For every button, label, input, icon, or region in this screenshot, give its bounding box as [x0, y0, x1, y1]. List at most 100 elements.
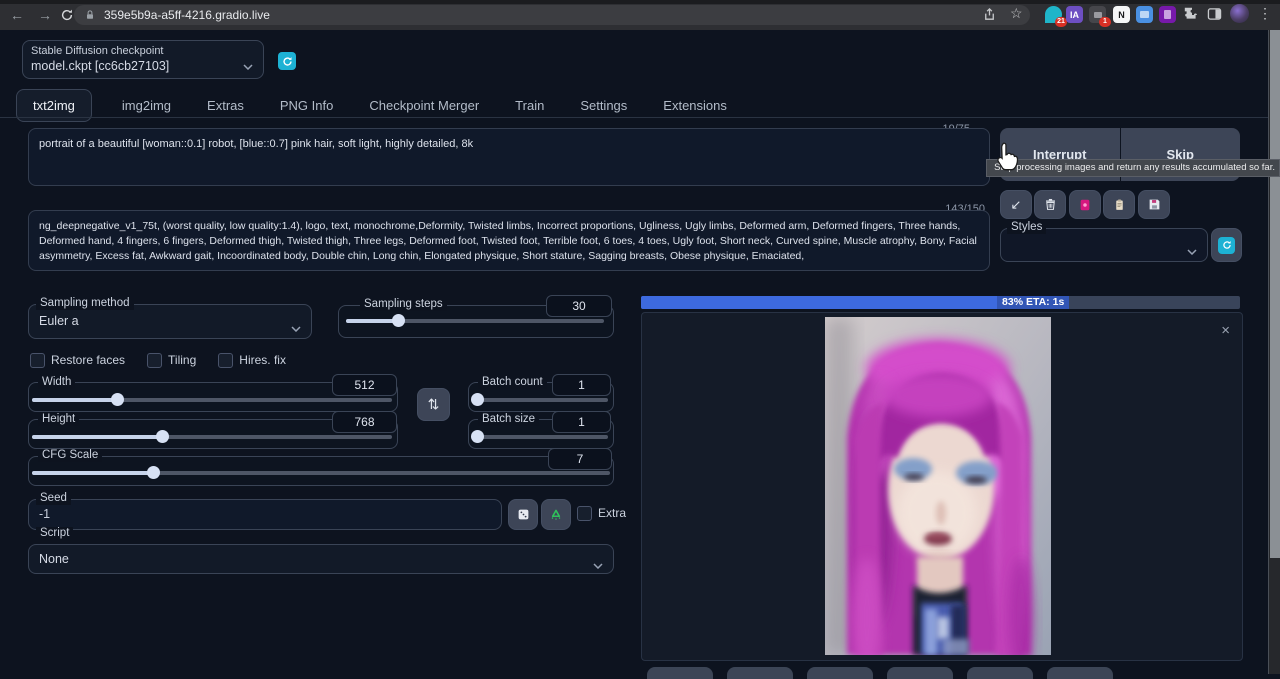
browser-menu-icon[interactable]: ⋮: [1258, 5, 1272, 22]
cfg-scale-slider[interactable]: [32, 471, 610, 475]
profile-avatar[interactable]: [1230, 4, 1249, 23]
extension-camera-badge: 1: [1099, 17, 1111, 27]
height-label: Height: [38, 413, 79, 426]
mouse-cursor: [994, 141, 1020, 180]
batch-count-label: Batch count: [478, 376, 547, 389]
batch-count-slider[interactable]: [472, 398, 608, 402]
browser-forward-icon[interactable]: →: [36, 6, 54, 24]
sidebar-panel-icon[interactable]: [1207, 7, 1222, 26]
script-dropdown[interactable]: None: [28, 544, 614, 574]
generated-image: [825, 317, 1051, 655]
width-label: Width: [38, 376, 75, 389]
extension-camera-icon[interactable]: 1: [1089, 6, 1106, 23]
slider-handle[interactable]: [111, 393, 124, 406]
batch-count-input[interactable]: 1: [552, 374, 611, 396]
width-slider[interactable]: [32, 398, 392, 402]
recycle-icon: [549, 508, 563, 522]
scrollbar-thumb[interactable]: [1270, 30, 1280, 558]
slider-handle[interactable]: [156, 430, 169, 443]
hires-fix-option[interactable]: Hires. fix: [218, 353, 286, 368]
clipboard-icon: [1113, 198, 1126, 212]
tiling-label: Tiling: [168, 353, 196, 368]
sampling-steps-label: Sampling steps: [360, 298, 447, 311]
seed-input[interactable]: -1: [28, 499, 502, 530]
cfg-scale-label: CFG Scale: [38, 449, 102, 462]
refresh-icon: [1218, 237, 1235, 254]
extension-notion-icon[interactable]: N: [1113, 6, 1130, 23]
batch-size-input[interactable]: 1: [552, 411, 611, 433]
slider-handle[interactable]: [471, 393, 484, 406]
hires-fix-label: Hires. fix: [239, 353, 286, 368]
chevron-down-icon: [593, 556, 603, 574]
lock-icon: [84, 9, 96, 21]
image-action-button[interactable]: [807, 667, 873, 679]
sampling-steps-input[interactable]: 30: [546, 295, 612, 317]
sampling-steps-slider[interactable]: [346, 319, 604, 323]
extensions-puzzle-icon[interactable]: [1183, 6, 1199, 27]
extension-image-icon[interactable]: [1136, 6, 1153, 23]
random-seed-button[interactable]: [508, 499, 538, 530]
dice-icon: [517, 508, 530, 521]
script-value: None: [39, 552, 69, 566]
checkpoint-dropdown[interactable]: Stable Diffusion checkpoint model.ckpt […: [22, 40, 264, 79]
image-action-button[interactable]: [887, 667, 953, 679]
close-icon[interactable]: ×: [1221, 323, 1230, 338]
trash-icon: [1044, 198, 1057, 211]
extension-onenote-icon[interactable]: [1159, 6, 1176, 23]
image-action-button[interactable]: [727, 667, 793, 679]
prompt-input[interactable]: portrait of a beautiful [woman::0.1] rob…: [28, 128, 990, 186]
seed-extra-option[interactable]: Extra: [577, 506, 626, 521]
seed-extra-label: Extra: [598, 506, 626, 521]
refresh-icon: [282, 56, 293, 67]
chevron-down-icon: [291, 319, 301, 337]
restore-faces-option[interactable]: Restore faces: [30, 353, 125, 368]
progress-bar: 83% ETA: 1s: [641, 296, 1240, 309]
image-action-button[interactable]: [647, 667, 713, 679]
negative-prompt-input[interactable]: ng_deepnegative_v1_75t, (worst quality, …: [28, 210, 990, 271]
seed-extra-checkbox[interactable]: [577, 506, 592, 521]
browser-back-icon[interactable]: ←: [8, 6, 26, 24]
browser-tabstrip: [0, 0, 1280, 4]
interrupt-tooltip: Stop processing images and return any re…: [986, 159, 1280, 177]
tiling-checkbox[interactable]: [147, 353, 162, 368]
height-input[interactable]: 768: [332, 411, 397, 433]
image-action-button[interactable]: [1047, 667, 1113, 679]
batch-size-slider[interactable]: [472, 435, 608, 439]
hires-fix-checkbox[interactable]: [218, 353, 233, 368]
address-bar[interactable]: 359e5b9a-a5ff-4216.gradio.live: [74, 5, 1030, 25]
image-action-button[interactable]: [967, 667, 1033, 679]
slider-handle[interactable]: [392, 314, 405, 327]
seed-label: Seed: [36, 492, 71, 505]
arrow-down-left-icon: ↙: [1011, 197, 1022, 213]
paste-generation-params-button[interactable]: ↙: [1000, 190, 1032, 219]
card-icon: [1078, 198, 1092, 212]
tiling-option[interactable]: Tiling: [147, 353, 196, 368]
progress-label: 83% ETA: 1s: [997, 296, 1069, 309]
image-actions-row: [647, 667, 1113, 679]
extra-networks-button[interactable]: [1069, 190, 1101, 219]
slider-handle[interactable]: [471, 430, 484, 443]
apply-styles-button[interactable]: [1103, 190, 1135, 219]
reuse-seed-button[interactable]: [541, 499, 571, 530]
swap-dimensions-button[interactable]: ⇅: [417, 388, 450, 421]
restore-faces-label: Restore faces: [51, 353, 125, 368]
extension-ia-icon[interactable]: IA: [1066, 6, 1083, 23]
browser-toolbar: ← → 359e5b9a-a5ff-4216.gradio.live ☆ 21 …: [0, 0, 1280, 30]
seed-value: -1: [39, 507, 50, 521]
styles-label: Styles: [1007, 221, 1046, 234]
sampling-method-label: Sampling method: [36, 297, 134, 310]
cfg-scale-input[interactable]: 7: [548, 448, 612, 470]
share-icon[interactable]: [982, 7, 997, 27]
save-style-button[interactable]: [1138, 190, 1170, 219]
width-input[interactable]: 512: [332, 374, 397, 396]
checkpoint-refresh-button[interactable]: [278, 52, 296, 70]
styles-refresh-button[interactable]: [1211, 228, 1242, 262]
clear-prompt-button[interactable]: [1034, 190, 1066, 219]
extension-pin-icon[interactable]: 21: [1045, 6, 1062, 23]
scrollbar-track[interactable]: [1268, 30, 1280, 674]
restore-faces-checkbox[interactable]: [30, 353, 45, 368]
bookmark-star-icon[interactable]: ☆: [1010, 5, 1023, 22]
swap-arrows-icon: ⇅: [428, 396, 440, 413]
sampling-method-value: Euler a: [39, 314, 79, 328]
height-slider[interactable]: [32, 435, 392, 439]
